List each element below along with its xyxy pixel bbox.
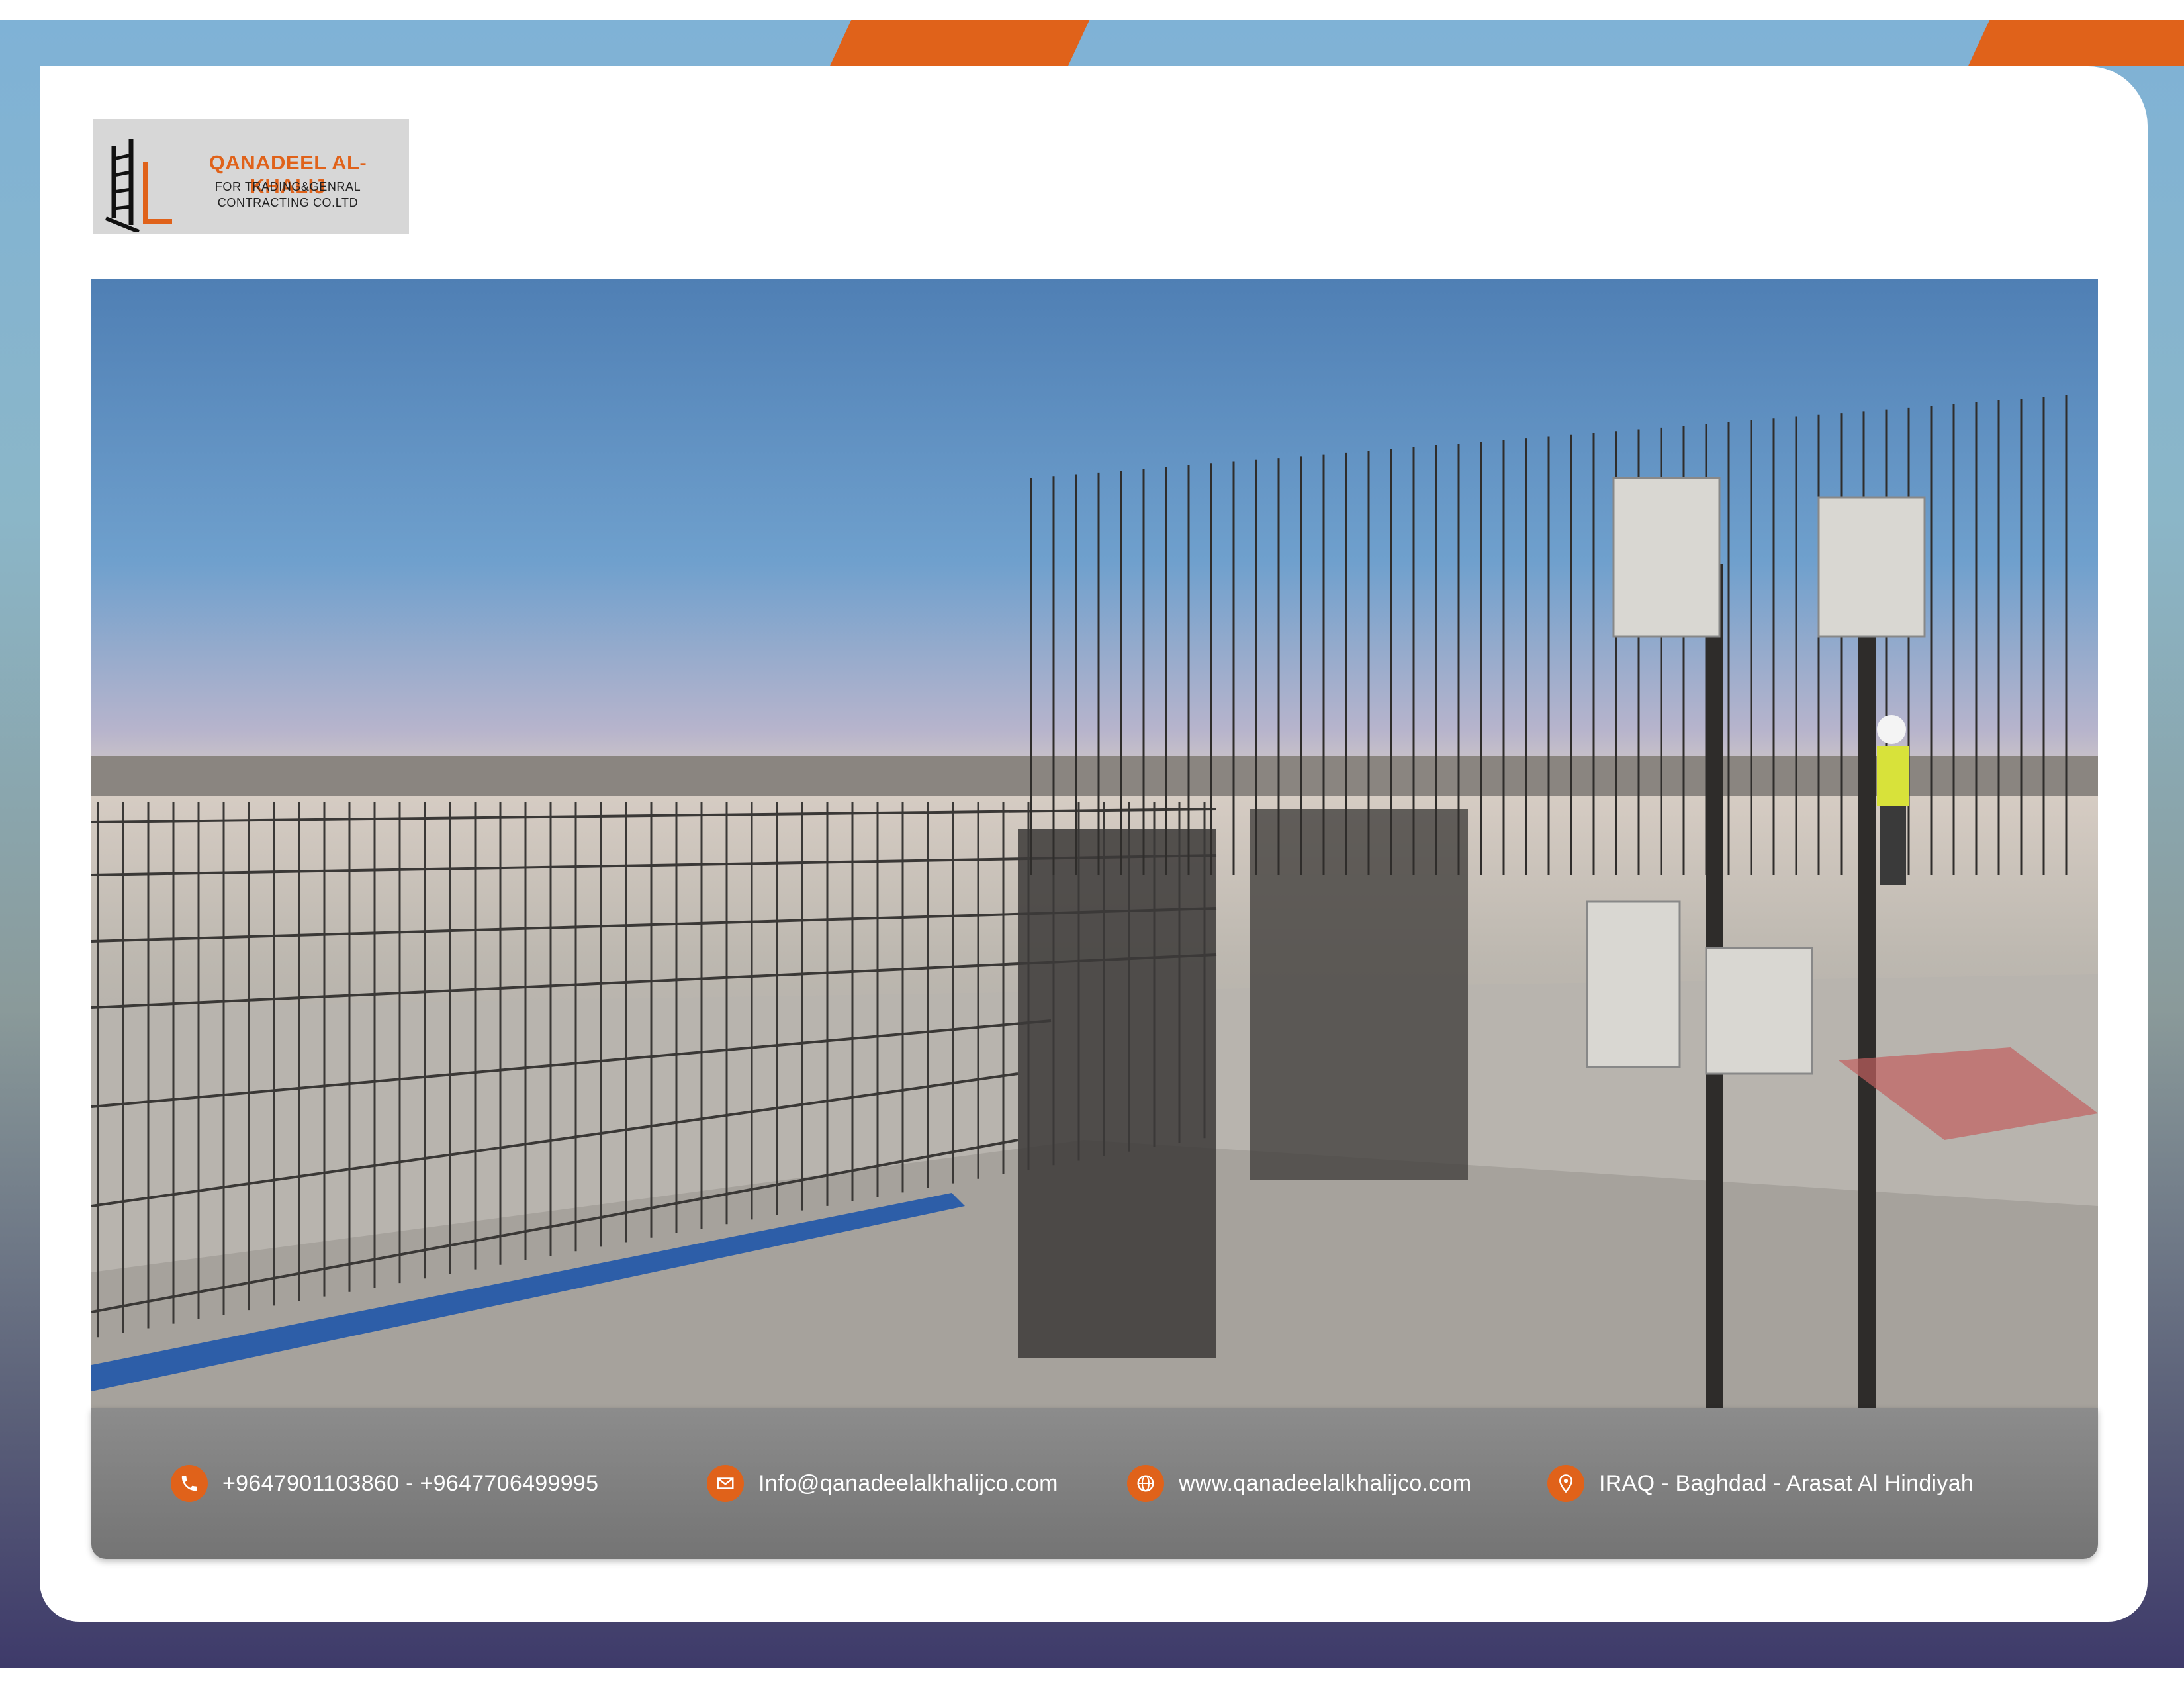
decor-stripe (829, 20, 1090, 66)
contact-phone: +9647901103860 - +9647706499995 (171, 1408, 598, 1559)
contact-email: Info@qanadeelalkhalijco.com (707, 1408, 1058, 1559)
logo-subtitle-line1: FOR TRADING&GENRAL (214, 180, 361, 193)
mail-icon (707, 1465, 744, 1502)
address-text: IRAQ - Baghdad - Arasat Al Hindiyah (1599, 1470, 1974, 1496)
contact-footer: +9647901103860 - +9647706499995 Info@qan… (91, 1408, 2098, 1559)
logo-scaffold-icon (105, 139, 172, 232)
location-pin-icon (1547, 1465, 1584, 1502)
logo-subtitle-line2: CONTRACTING CO.LTD (217, 196, 359, 209)
construction-scene-illustration (91, 395, 2098, 1408)
phone-numbers: +9647901103860 - +9647706499995 (222, 1470, 599, 1496)
contact-address: IRAQ - Baghdad - Arasat Al Hindiyah (1547, 1408, 1974, 1559)
construction-photo (91, 279, 2098, 1408)
decor-stripe (1968, 20, 2184, 66)
contact-website: www.qanadeelalkhalijco.com (1127, 1408, 1471, 1559)
phone-icon (171, 1465, 208, 1502)
brochure-card: QANADEEL AL-KHALIJ FOR TRADING&GENRAL CO… (40, 66, 2148, 1622)
company-logo: QANADEEL AL-KHALIJ FOR TRADING&GENRAL CO… (93, 119, 409, 234)
email-link[interactable]: Info@qanadeelalkhalijco.com (758, 1471, 1058, 1497)
website-link[interactable]: www.qanadeelalkhalijco.com (1179, 1471, 1471, 1497)
globe-icon (1127, 1465, 1164, 1502)
